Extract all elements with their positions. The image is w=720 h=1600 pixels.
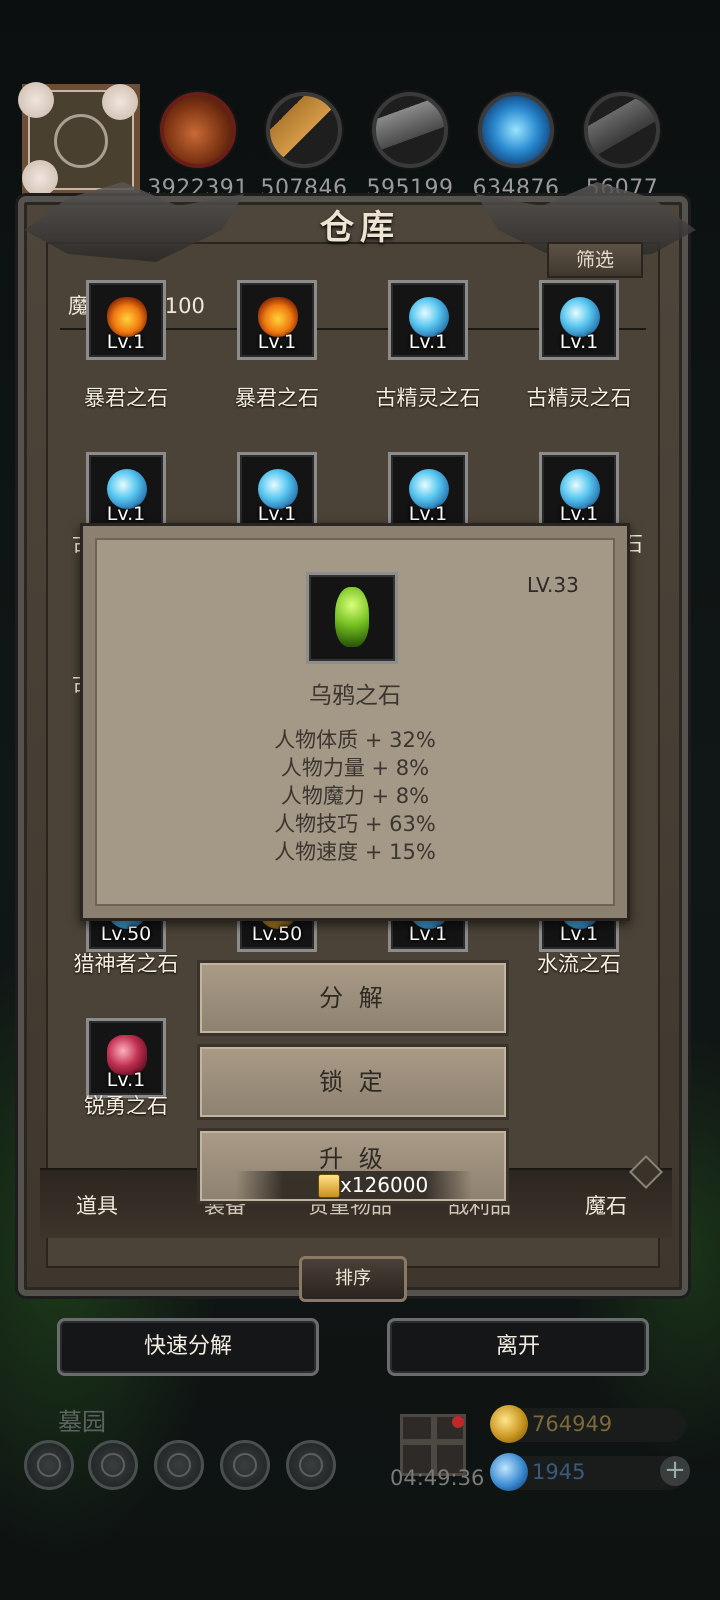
location-label: 墓园 — [58, 1408, 106, 1436]
stat-line: 人物魔力 + 8% — [280, 784, 430, 808]
lock-button[interactable]: 锁 定 — [197, 1044, 509, 1120]
stat-line: 人物技巧 + 63% — [274, 812, 436, 836]
item-frame: Lv.1 — [388, 280, 468, 360]
blue-gem-icon — [490, 1453, 528, 1491]
item-name: 锐勇之石 — [84, 1094, 168, 1118]
crystal-icon — [478, 92, 554, 168]
inventory-item[interactable]: Lv.1 暴君之石 — [202, 280, 352, 460]
item-name: 水流之石 — [537, 952, 621, 976]
page-title: 仓库 — [320, 208, 400, 248]
resource-meat[interactable]: 3922391 — [147, 92, 248, 202]
sort-button[interactable]: 排序 — [299, 1256, 407, 1302]
item-frame: Lv.1 — [86, 1018, 166, 1098]
gold-value: 764949 — [532, 1412, 613, 1436]
resource-stone[interactable]: 595199 — [367, 92, 453, 202]
item-name: 古精灵之石 — [375, 386, 481, 410]
inventory-item[interactable]: Lv.1 暴君之石 — [51, 280, 201, 460]
compass-icon[interactable] — [88, 1440, 138, 1490]
leave-button[interactable]: 离开 — [387, 1318, 649, 1376]
item-level: Lv.1 — [559, 503, 599, 525]
stat-line: 人物速度 + 15% — [274, 840, 436, 864]
gold-coin-icon — [490, 1405, 528, 1443]
inventory-item[interactable]: Lv.1 锐勇之石 — [51, 1016, 201, 1146]
stone-icon — [372, 92, 448, 168]
item-level: Lv.1 — [257, 331, 297, 353]
item-frame: Lv.1 — [237, 280, 317, 360]
tab-items[interactable]: 道具 — [76, 1190, 118, 1220]
popup-item-level: LV.33 — [527, 573, 579, 597]
gem-value: 1945 — [532, 1460, 586, 1484]
upgrade-cost-value: x126000 — [340, 1173, 429, 1197]
iron-icon — [584, 92, 660, 168]
item-level: Lv.1 — [408, 503, 448, 525]
item-level: Lv.50 — [100, 923, 152, 945]
item-name: 猎神者之石 — [73, 952, 179, 976]
settings-icon[interactable] — [24, 1440, 74, 1490]
gem-counter: 1945 — [490, 1453, 686, 1491]
item-name: 暴君之石 — [84, 386, 168, 410]
inventory-item[interactable]: Lv.1 古精灵之石 — [504, 280, 654, 460]
mail-icon[interactable] — [220, 1440, 270, 1490]
item-level: Lv.50 — [251, 923, 303, 945]
gold-coin-icon — [318, 1174, 340, 1198]
add-currency-button[interactable]: + — [660, 1456, 690, 1486]
popup-item-name: 乌鸦之石 — [309, 683, 401, 709]
item-level: Lv.1 — [106, 1069, 146, 1091]
item-level: Lv.1 — [559, 331, 599, 353]
wood-icon — [266, 92, 342, 168]
flower-decoration-icon — [102, 84, 138, 120]
crow-stone-icon — [335, 587, 369, 647]
filter-button[interactable]: 筛选 — [547, 242, 643, 278]
upgrade-button[interactable]: 升 级 x126000 — [197, 1128, 509, 1204]
angel-emblem-icon — [54, 114, 108, 168]
gift-timer: 04:49:36 — [390, 1466, 485, 1490]
upgrade-cost: x126000 — [236, 1171, 472, 1199]
item-level: Lv.1 — [408, 923, 448, 945]
stat-line: 人物体质 + 32% — [274, 728, 436, 752]
quick-decompose-button[interactable]: 快速分解 — [57, 1318, 319, 1376]
character-icon[interactable] — [154, 1440, 204, 1490]
resource-wood[interactable]: 507846 — [261, 92, 347, 202]
shield-icon[interactable] — [286, 1440, 336, 1490]
item-frame: Lv.1 — [86, 280, 166, 360]
resource-crystal[interactable]: 634876 — [473, 92, 559, 202]
popup-item-frame — [306, 572, 398, 664]
gold-counter: 764949 — [490, 1405, 686, 1443]
item-level: Lv.1 — [559, 923, 599, 945]
notification-dot — [452, 1416, 464, 1428]
item-frame: Lv.1 — [86, 452, 166, 532]
item-level: Lv.1 — [106, 331, 146, 353]
item-level: Lv.1 — [106, 503, 146, 525]
meat-icon — [160, 92, 236, 168]
tab-magic-stone[interactable]: 魔石 — [585, 1190, 627, 1220]
item-frame: Lv.1 — [539, 280, 619, 360]
item-frame: Lv.1 — [539, 452, 619, 532]
item-frame: Lv.1 — [237, 452, 317, 532]
flower-decoration-icon — [18, 82, 54, 118]
player-avatar[interactable] — [18, 82, 140, 196]
item-level: Lv.1 — [408, 331, 448, 353]
upgrade-label: 升 级 — [319, 1145, 387, 1173]
flower-decoration-icon — [22, 160, 58, 196]
item-frame: Lv.1 — [388, 452, 468, 532]
item-name: 古精灵之石 — [526, 386, 632, 410]
stat-line: 人物力量 + 8% — [280, 756, 430, 780]
item-name: 暴君之石 — [235, 386, 319, 410]
resource-bar: 3922391 507846 595199 634876 56077 — [0, 80, 720, 202]
decompose-button[interactable]: 分 解 — [197, 960, 509, 1036]
item-level: Lv.1 — [257, 503, 297, 525]
inventory-item[interactable]: Lv.1 古精灵之石 — [353, 280, 503, 460]
